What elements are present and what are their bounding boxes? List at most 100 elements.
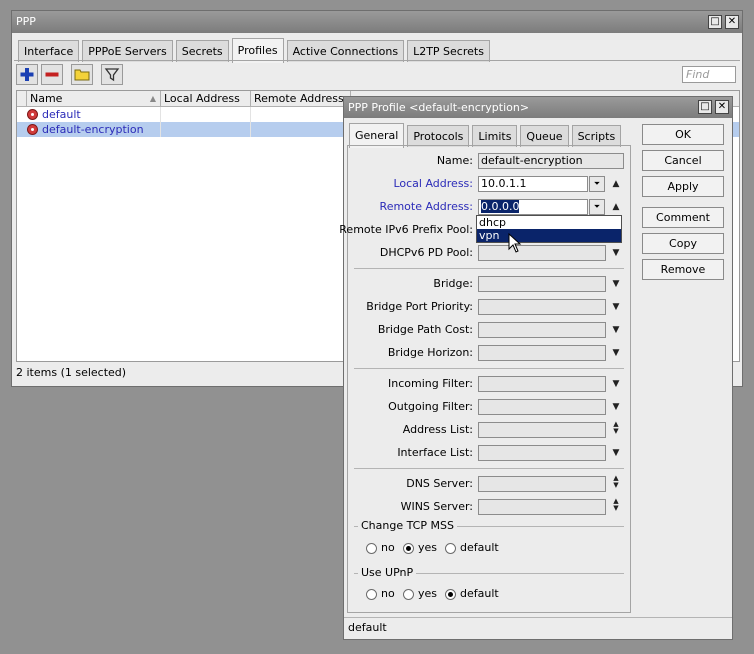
tcp-mss-radio-no[interactable]: no: [366, 541, 395, 555]
close-icon[interactable]: ✕: [725, 15, 739, 29]
bridge-path-cost-field[interactable]: [478, 322, 606, 338]
upnp-radio-default[interactable]: default: [445, 587, 499, 601]
incoming-filter-label: Incoming Filter:: [388, 377, 473, 390]
tab-active-connections[interactable]: Active Connections: [286, 40, 405, 62]
tab-protocols[interactable]: Protocols: [407, 125, 470, 147]
chevron-down-icon[interactable]: ▼: [610, 347, 622, 359]
filter-button[interactable]: [101, 64, 123, 85]
tab-interface[interactable]: Interface: [18, 40, 80, 62]
address-list-label: Address List:: [402, 423, 473, 436]
bridge-label: Bridge:: [433, 277, 473, 290]
chevron-down-icon[interactable]: ▼: [610, 247, 622, 259]
ppp-tabs: Interface PPPoE Servers Secrets Profiles…: [18, 37, 493, 63]
remote-address-dropdown-button[interactable]: ⏷: [589, 199, 605, 215]
remote-address-dropdown-list: dhcp vpn: [476, 215, 622, 243]
remote-address-label: Remote Address:: [379, 200, 473, 213]
remote-ipv6-prefix-pool-label: Remote IPv6 Prefix Pool:: [339, 223, 473, 236]
apply-button[interactable]: Apply: [642, 176, 724, 197]
ppp-window-titlebar[interactable]: PPP □ ✕: [12, 11, 742, 33]
column-header-local-address[interactable]: Local Address: [161, 91, 251, 106]
local-address-label: Local Address:: [393, 177, 473, 190]
profile-icon: [27, 109, 38, 120]
outgoing-filter-field[interactable]: [478, 399, 606, 415]
tab-content-divider: [14, 60, 740, 61]
profile-dialog-titlebar[interactable]: PPP Profile <default-encryption> □ ✕: [344, 97, 732, 118]
collapse-up-icon[interactable]: ▲: [610, 178, 622, 190]
bridge-field[interactable]: [478, 276, 606, 292]
profile-status-text: default: [348, 621, 387, 634]
table-cell-remote-address: [251, 122, 351, 137]
find-input[interactable]: Find: [682, 66, 736, 83]
tab-scripts[interactable]: Scripts: [571, 125, 622, 147]
profile-tabs: General Protocols Limits Queue Scripts: [349, 122, 624, 148]
radio-label: no: [381, 541, 395, 554]
tab-limits[interactable]: Limits: [472, 125, 518, 147]
dns-server-field[interactable]: [478, 476, 606, 492]
incoming-filter-field[interactable]: [478, 376, 606, 392]
remote-address-field[interactable]: 0.0.0.0: [478, 199, 588, 215]
radio-icon: [445, 542, 456, 554]
row-name: default: [42, 108, 81, 121]
tcp-mss-radio-default[interactable]: default: [445, 541, 499, 555]
address-list-field[interactable]: [478, 422, 606, 438]
tab-l2tp-secrets[interactable]: L2TP Secrets: [407, 40, 490, 62]
use-upnp-label: Use UPnP: [358, 567, 417, 579]
bridge-horizon-field[interactable]: [478, 345, 606, 361]
comment-button[interactable]: [71, 64, 93, 85]
close-icon[interactable]: ✕: [715, 100, 729, 114]
interface-list-field[interactable]: [478, 445, 606, 461]
cancel-button[interactable]: Cancel: [642, 150, 724, 171]
dhcpv6-pd-pool-label: DHCPv6 PD Pool:: [379, 246, 473, 259]
name-field[interactable]: default-encryption: [478, 153, 624, 169]
change-tcp-mss-label: Change TCP MSS: [358, 520, 457, 532]
local-address-dropdown-button[interactable]: ⏷: [589, 176, 605, 192]
table-cell-local-address: [161, 122, 251, 137]
copy-button[interactable]: Copy: [642, 233, 724, 254]
profile-icon: [27, 124, 38, 135]
local-address-field[interactable]: 10.0.1.1: [478, 176, 588, 192]
upnp-radio-yes[interactable]: yes: [403, 587, 437, 601]
minus-icon: [45, 72, 59, 77]
spin-icon[interactable]: ▲ ▼: [610, 421, 622, 435]
maximize-icon[interactable]: □: [698, 100, 712, 114]
dhcpv6-pd-pool-field[interactable]: [478, 245, 606, 261]
dropdown-option-dhcp[interactable]: dhcp: [477, 216, 621, 229]
row-name: default-encryption: [42, 123, 144, 136]
column-header-remote-address[interactable]: Remote Address: [251, 91, 351, 106]
chevron-down-icon[interactable]: ▼: [610, 447, 622, 459]
chevron-down-icon[interactable]: ▼: [610, 378, 622, 390]
chevron-down-icon[interactable]: ▼: [610, 324, 622, 336]
column-header-name[interactable]: Name ▲: [27, 91, 161, 106]
add-button[interactable]: [16, 64, 38, 85]
upnp-radio-no[interactable]: no: [366, 587, 395, 601]
collapse-up-icon[interactable]: ▲: [610, 201, 622, 213]
section-divider: [354, 368, 624, 369]
profile-dialog-title: PPP Profile <default-encryption>: [348, 101, 530, 114]
radio-icon: [366, 542, 377, 554]
dns-server-label: DNS Server:: [406, 477, 473, 490]
tcp-mss-radio-yes[interactable]: yes: [403, 541, 437, 555]
dropdown-option-vpn[interactable]: vpn: [477, 229, 621, 242]
bridge-port-priority-field[interactable]: [478, 299, 606, 315]
remove-button[interactable]: Remove: [642, 259, 724, 280]
wins-server-field[interactable]: [478, 499, 606, 515]
chevron-down-icon[interactable]: ▼: [610, 278, 622, 290]
chevron-down-icon[interactable]: ▼: [610, 401, 622, 413]
bridge-path-cost-label: Bridge Path Cost:: [377, 323, 473, 336]
profile-status-bar: default: [344, 617, 732, 639]
tab-pppoe-servers[interactable]: PPPoE Servers: [82, 40, 173, 62]
mouse-cursor-icon: [508, 233, 522, 253]
comment-button[interactable]: Comment: [642, 207, 724, 228]
tab-secrets[interactable]: Secrets: [175, 40, 229, 62]
sort-ascending-icon: ▲: [149, 94, 156, 103]
remove-button[interactable]: [41, 64, 63, 85]
tab-queue[interactable]: Queue: [520, 125, 569, 147]
radio-icon: [403, 588, 414, 600]
maximize-icon[interactable]: □: [708, 15, 722, 29]
spin-icon[interactable]: ▲ ▼: [610, 475, 622, 489]
chevron-down-icon[interactable]: ▼: [610, 301, 622, 313]
wins-server-label: WINS Server:: [400, 500, 473, 513]
ok-button[interactable]: OK: [642, 124, 724, 145]
radio-label: yes: [418, 541, 438, 554]
spin-icon[interactable]: ▲ ▼: [610, 498, 622, 512]
